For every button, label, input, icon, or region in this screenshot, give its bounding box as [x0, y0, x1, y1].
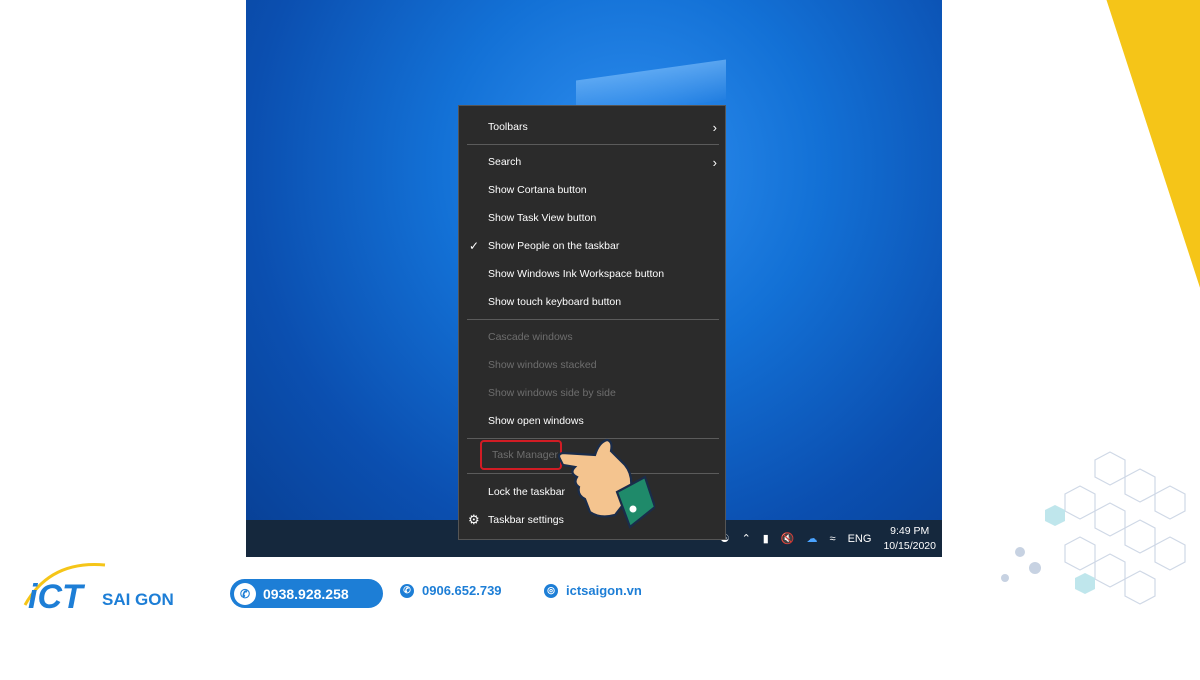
menu-item-search[interactable]: Search › — [459, 149, 725, 175]
wifi-icon[interactable]: ≈ — [830, 533, 836, 545]
chevron-right-icon: › — [712, 120, 717, 135]
website-url: ictsaigon.vn — [566, 583, 642, 598]
menu-separator — [467, 319, 719, 320]
battery-icon[interactable]: ▮ — [763, 532, 769, 545]
ict-saigon-logo: iCT SAI GON — [23, 563, 174, 616]
svg-text:SAI GON: SAI GON — [102, 590, 174, 609]
primary-phone-link[interactable]: ✆ 0938.928.258 — [230, 579, 383, 608]
hexagon-pattern-decoration — [1001, 451, 1186, 605]
menu-item-label: Search — [488, 156, 522, 168]
menu-item-label: Show windows side by side — [488, 387, 616, 399]
checkmark-icon: ✓ — [469, 239, 480, 253]
menu-item-label: Show Task View button — [488, 212, 597, 224]
menu-item-show-cortana-button[interactable]: Show Cortana button — [459, 177, 725, 203]
menu-item-show-ink-workspace-button[interactable]: Show Windows Ink Workspace button — [459, 261, 725, 287]
volume-muted-icon[interactable]: 🔇 — [781, 532, 795, 545]
chevron-right-icon: › — [712, 155, 717, 170]
menu-item-label: Show People on the taskbar — [488, 240, 620, 252]
secondary-phone-link[interactable]: ✆ 0906.652.739 — [400, 583, 502, 598]
clock-time: 9:49 PM — [890, 524, 930, 537]
language-indicator[interactable]: ENG — [848, 533, 872, 545]
onedrive-cloud-icon[interactable]: ☁ — [807, 532, 818, 545]
menu-item-label: Toolbars — [488, 121, 528, 133]
chevron-up-icon[interactable]: ⌃ — [742, 532, 751, 545]
phone-icon: ✆ — [234, 582, 256, 605]
menu-item-toolbars[interactable]: Toolbars › — [459, 114, 725, 140]
menu-item-show-people[interactable]: ✓ Show People on the taskbar — [459, 233, 725, 259]
menu-item-show-windows-stacked: Show windows stacked — [459, 352, 725, 378]
menu-item-label: Cascade windows — [488, 331, 573, 343]
svg-text:iCT: iCT — [28, 578, 86, 616]
menu-item-label: Show open windows — [488, 415, 584, 427]
primary-phone-number: 0938.928.258 — [263, 585, 349, 602]
menu-item-label: Lock the taskbar — [488, 486, 566, 498]
website-link[interactable]: ◎ ictsaigon.vn — [544, 583, 642, 598]
secondary-phone-number: 0906.652.739 — [422, 583, 502, 598]
system-tray: ☯ ⌃ ▮ 🔇 ☁ ≈ ENG 9:49 PM 10/15/2020 — [714, 520, 942, 557]
menu-separator — [467, 144, 719, 145]
clock-date: 10/15/2020 — [883, 539, 936, 552]
menu-item-label: Show windows stacked — [488, 359, 597, 371]
gear-icon: ⚙ — [468, 512, 480, 527]
globe-icon: ◎ — [544, 583, 558, 598]
pointing-hand-icon — [557, 438, 655, 529]
phone-icon: ✆ — [400, 583, 414, 598]
menu-item-label: Show Cortana button — [488, 184, 587, 196]
menu-item-label: Show Windows Ink Workspace button — [488, 268, 665, 280]
menu-item-show-touch-keyboard-button[interactable]: Show touch keyboard button — [459, 289, 725, 315]
menu-item-show-task-view-button[interactable]: Show Task View button — [459, 205, 725, 231]
menu-item-label: Taskbar settings — [488, 514, 564, 526]
menu-item-label: Show touch keyboard button — [488, 296, 622, 308]
clock[interactable]: 9:49 PM 10/15/2020 — [883, 524, 936, 554]
menu-item-show-windows-side-by-side: Show windows side by side — [459, 380, 725, 406]
menu-item-show-open-windows[interactable]: Show open windows — [459, 408, 725, 434]
menu-item-cascade-windows: Cascade windows — [459, 324, 725, 350]
task-manager-highlight-box — [480, 440, 562, 470]
